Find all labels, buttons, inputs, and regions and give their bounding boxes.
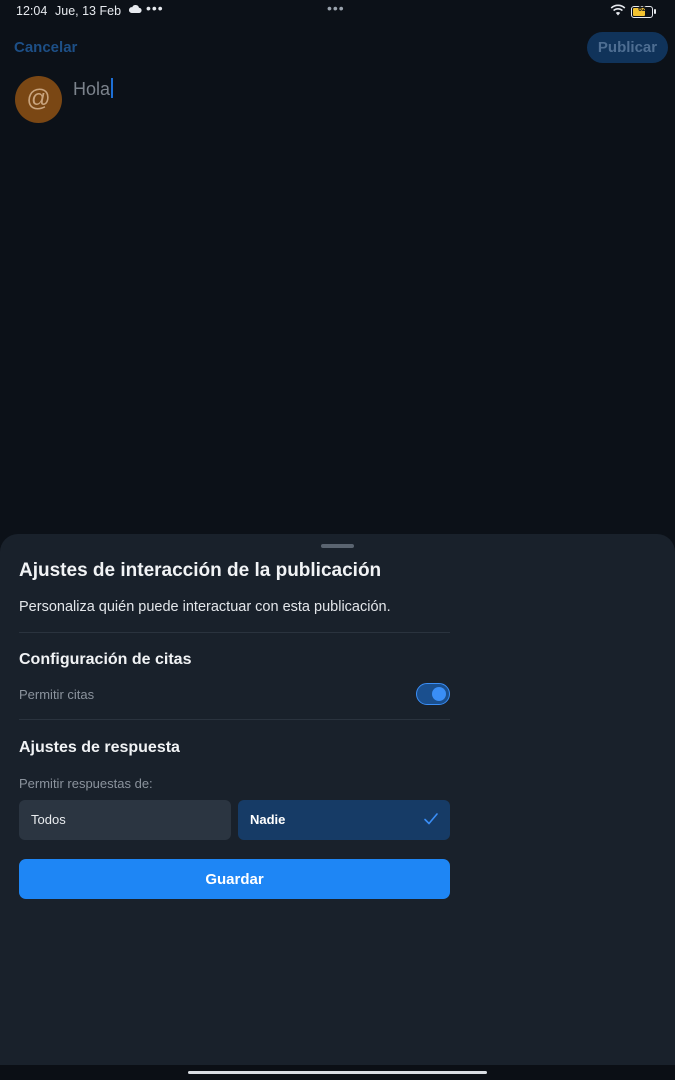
save-button[interactable]: Guardar	[19, 859, 450, 899]
option-label: Nadie	[250, 812, 286, 827]
text-caret	[111, 78, 113, 98]
battery-level: 62	[638, 6, 646, 13]
divider	[19, 632, 450, 633]
battery-tip	[654, 9, 656, 14]
allow-quotes-label: Permitir citas	[19, 687, 95, 702]
sheet-drag-handle[interactable]	[321, 544, 354, 548]
status-date: Jue, 13 Feb	[55, 4, 122, 18]
toggle-knob	[432, 687, 446, 701]
navigation-bar	[0, 1065, 675, 1080]
interaction-settings-sheet: Ajustes de interacción de la publicación…	[0, 534, 675, 1065]
sheet-title: Ajustes de interacción de la publicación	[19, 560, 382, 581]
post-text-input[interactable]: Hola	[73, 78, 113, 100]
option-label: Todos	[31, 812, 66, 827]
cancel-button[interactable]: Cancelar	[14, 39, 77, 56]
multitask-dots-icon[interactable]: •••	[327, 0, 345, 16]
reply-section-title: Ajustes de respuesta	[19, 739, 180, 756]
sheet-description: Personaliza quién puede interactuar con …	[19, 599, 391, 615]
allow-replies-label: Permitir respuestas de:	[19, 776, 153, 791]
battery-icon: 62	[631, 6, 656, 18]
home-indicator[interactable]	[188, 1071, 487, 1074]
at-sign-icon: @	[26, 85, 51, 112]
cloud-icon	[128, 3, 142, 17]
allow-quotes-toggle[interactable]	[416, 683, 450, 705]
post-text-value: Hola	[73, 79, 111, 99]
check-icon	[423, 812, 439, 831]
post-composer: Cancelar Publicar @ Hola	[0, 24, 675, 534]
more-notifications-icon: •••	[146, 0, 164, 16]
divider	[19, 719, 450, 720]
status-time: 12:04	[16, 4, 48, 18]
reply-option-todos[interactable]: Todos	[19, 800, 231, 840]
quotes-section-title: Configuración de citas	[19, 651, 192, 668]
publish-button[interactable]: Publicar	[587, 32, 668, 63]
wifi-icon	[610, 4, 626, 19]
screen: 12:04 Jue, 13 Feb ••• ••• 62 Cancelar Pu…	[0, 0, 675, 1080]
avatar[interactable]: @	[15, 76, 62, 123]
status-bar: 12:04 Jue, 13 Feb ••• ••• 62	[0, 0, 675, 24]
reply-option-nadie[interactable]: Nadie	[238, 800, 450, 840]
